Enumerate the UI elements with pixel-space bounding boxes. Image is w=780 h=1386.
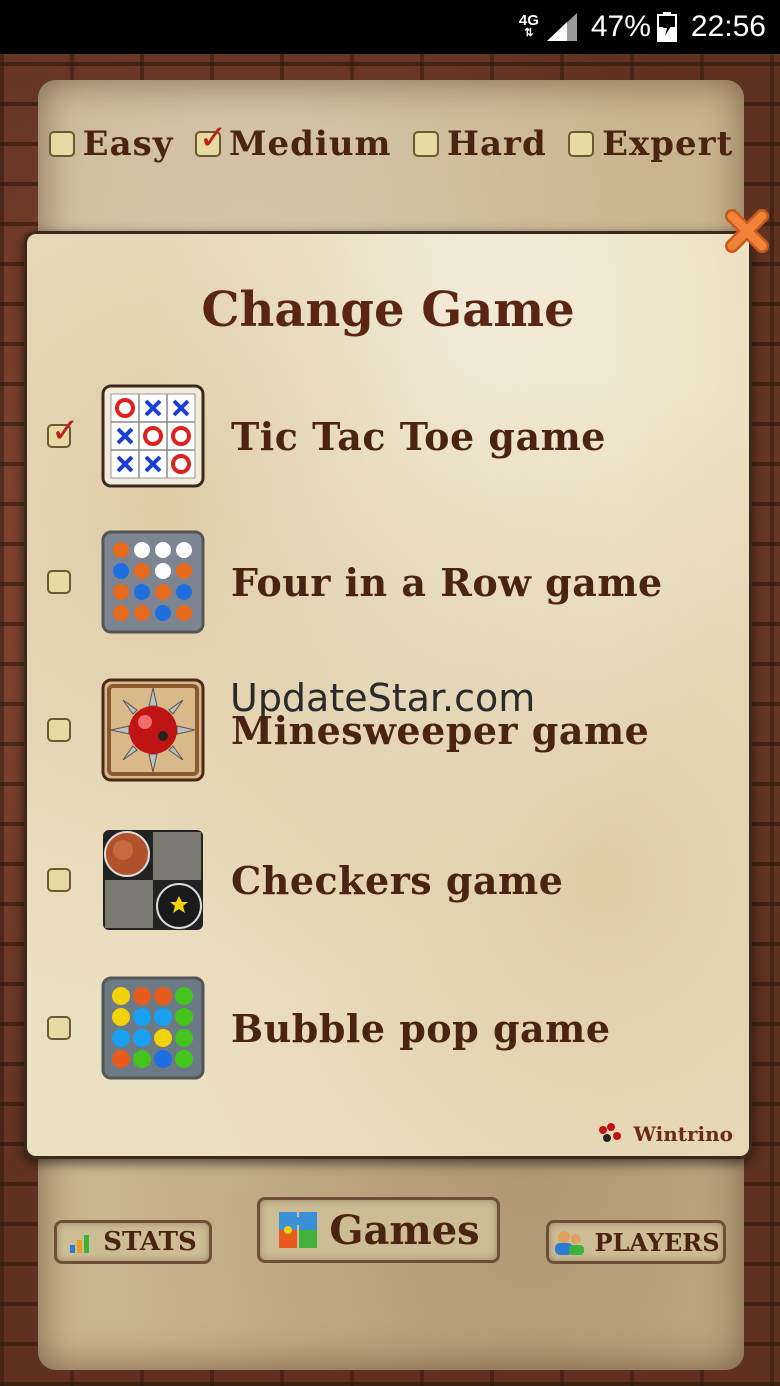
game-label: Tic Tac Toe game — [231, 413, 606, 459]
stats-label: STATS — [103, 1227, 197, 1257]
watermark: UpdateStar.com — [230, 676, 536, 720]
difficulty-medium[interactable]: ✓ Medium — [194, 121, 392, 164]
wintrino-logo-icon — [599, 1123, 622, 1142]
checkmark-icon: ✓ — [51, 411, 80, 451]
easy-checkbox[interactable] — [48, 131, 75, 157]
minesweeper-icon — [101, 678, 205, 782]
game-option-four-in-a-row[interactable]: Four in a Row game — [47, 530, 727, 634]
battery-percent: 47% — [590, 10, 651, 43]
tic-tac-toe-icon — [101, 384, 205, 488]
expert-checkbox[interactable] — [568, 131, 595, 157]
game-option-checkers[interactable]: Checkers game — [47, 828, 727, 932]
difficulty-expert[interactable]: Expert — [568, 124, 733, 164]
game-label: Four in a Row game — [231, 559, 663, 605]
medium-checkbox[interactable]: ✓ — [194, 121, 227, 157]
difficulty-selector: Easy ✓ Medium Hard Expert — [38, 121, 744, 164]
four-in-a-row-checkbox[interactable] — [47, 570, 71, 594]
games-label: Games — [329, 1206, 480, 1254]
clock: 22:56 — [690, 10, 766, 43]
game-option-bubble-pop[interactable]: Bubble pop game — [47, 976, 727, 1080]
four-in-a-row-icon — [101, 530, 205, 634]
difficulty-label: Easy — [82, 124, 174, 164]
checkers-icon — [101, 828, 205, 932]
tic-tac-toe-checkbox[interactable]: ✓ — [47, 414, 80, 448]
status-bar: 4G ⇅ 47% 22:56 — [0, 0, 780, 54]
dialog-title: Change Game — [201, 282, 575, 338]
players-button[interactable]: PLAYERS — [546, 1220, 726, 1264]
signal-icon — [546, 13, 577, 41]
stats-button[interactable]: STATS — [54, 1220, 212, 1264]
difficulty-label: Medium — [228, 124, 392, 164]
battery-icon — [656, 12, 677, 42]
checkmark-icon: ✓ — [198, 118, 228, 158]
game-option-tic-tac-toe[interactable]: ✓ Tic Tac Toe game — [47, 384, 727, 488]
difficulty-easy[interactable]: Easy — [48, 124, 174, 164]
close-dialog-button[interactable] — [722, 206, 772, 256]
games-button[interactable]: Games — [257, 1197, 500, 1263]
checkers-checkbox[interactable] — [47, 868, 71, 892]
game-label: Bubble pop game — [231, 1005, 611, 1051]
network-indicator: 4G ⇅ — [518, 12, 539, 39]
bar-chart-icon — [70, 1235, 90, 1253]
wintrino-brand: Wintrino — [597, 1122, 733, 1146]
difficulty-label: Expert — [602, 124, 734, 164]
puzzle-icon — [279, 1212, 318, 1248]
difficulty-hard[interactable]: Hard — [412, 124, 547, 164]
wintrino-label: Wintrino — [633, 1122, 733, 1146]
players-label: PLAYERS — [594, 1227, 720, 1257]
minesweeper-checkbox[interactable] — [47, 718, 71, 742]
hard-checkbox[interactable] — [412, 131, 439, 157]
bubble-pop-checkbox[interactable] — [47, 1016, 71, 1040]
bubble-pop-icon — [101, 976, 205, 1080]
players-icon — [555, 1231, 585, 1255]
difficulty-label: Hard — [446, 124, 547, 164]
close-icon — [725, 209, 769, 253]
game-label: Checkers game — [231, 857, 564, 903]
